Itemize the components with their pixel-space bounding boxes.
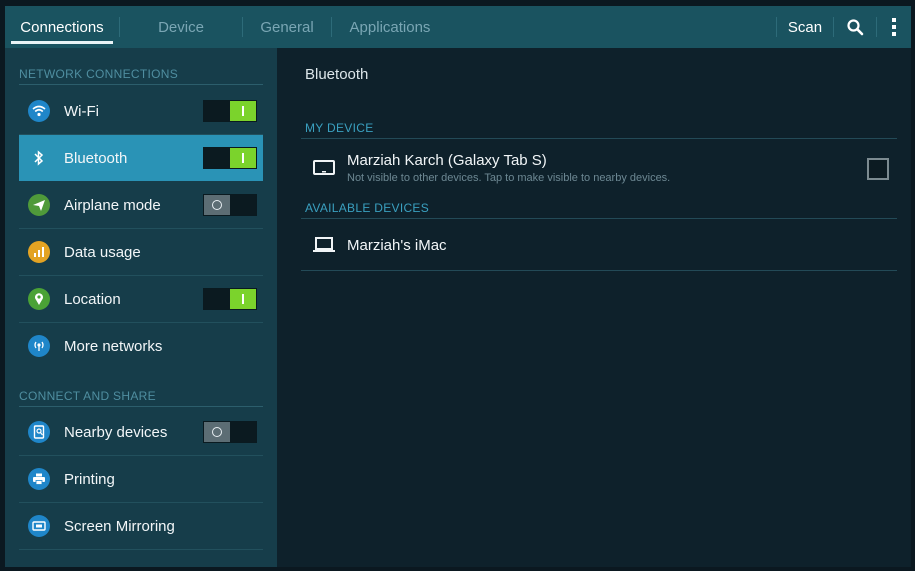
sidebar-item-location[interactable]: Location [19,276,263,322]
bluetooth-icon [28,147,50,169]
search-icon [847,19,864,36]
sidebar-item-label: Printing [64,470,115,488]
sidebar-item-wifi[interactable]: Wi-Fi [19,88,263,134]
scan-button[interactable]: Scan [777,6,833,48]
tab-connections[interactable]: Connections [5,6,119,48]
section-divider [301,138,897,139]
sidebar-item-label: Wi-Fi [64,102,99,120]
overflow-menu-button[interactable] [877,6,911,48]
sidebar-item-data-usage[interactable]: Data usage [19,229,263,275]
location-toggle[interactable] [203,288,257,310]
tab-label: Connections [20,18,104,36]
section-header-connect-share: CONNECT AND SHARE [19,389,156,403]
panel-title: Bluetooth [305,66,369,83]
location-icon [28,288,50,310]
visibility-checkbox[interactable] [867,158,889,180]
printer-icon [28,468,50,490]
settings-sidebar: NETWORK CONNECTIONS Wi-Fi Bluetooth Airp… [5,48,277,567]
nearby-devices-toggle[interactable] [203,421,257,443]
airplane-icon [28,194,50,216]
my-device-visibility-text: Not visible to other devices. Tap to mak… [347,172,671,184]
section-divider [301,218,897,219]
section-divider [19,406,263,407]
section-header-my-device: MY DEVICE [305,121,374,135]
sidebar-item-label: Screen Mirroring [64,517,175,535]
airplane-mode-toggle[interactable] [203,194,257,216]
wifi-toggle[interactable] [203,100,257,122]
sidebar-item-printing[interactable]: Printing [19,456,263,502]
sidebar-item-label: Bluetooth [64,149,128,167]
sidebar-item-airplane-mode[interactable]: Airplane mode [19,182,263,228]
sidebar-item-label: More networks [64,337,163,355]
screen-mirroring-icon [28,515,50,537]
tab-applications[interactable]: Applications [332,6,448,48]
available-device-name: Marziah's iMac [347,236,447,254]
my-device-name: Marziah Karch (Galaxy Tab S) [347,152,547,169]
sidebar-item-nearby-devices[interactable]: Nearby devices [19,409,263,455]
tab-device[interactable]: Device [120,6,242,48]
sidebar-item-label: Location [64,290,121,308]
laptop-icon [313,237,335,252]
scan-label: Scan [787,18,823,36]
row-divider [301,270,897,271]
my-device-text: Marziah Karch (Galaxy Tab S) Not visible… [347,152,670,184]
section-header-available-devices: AVAILABLE DEVICES [305,201,430,215]
more-vertical-icon [892,18,896,36]
tab-label: General [260,18,314,36]
tab-label: Device [158,18,204,36]
sidebar-item-screen-mirroring[interactable]: Screen Mirroring [19,503,263,549]
bluetooth-toggle[interactable] [203,147,257,169]
search-button[interactable] [834,6,876,48]
available-device-row[interactable]: Marziah's iMac [301,224,897,266]
tab-label: Applications [349,18,431,36]
item-divider [19,549,263,550]
my-device-row[interactable]: Marziah Karch (Galaxy Tab S) Not visible… [301,144,897,192]
more-networks-icon [28,335,50,357]
sidebar-item-label: Data usage [64,243,141,261]
nearby-devices-icon [28,421,50,443]
sidebar-item-label: Nearby devices [64,423,168,441]
sidebar-item-more-networks[interactable]: More networks [19,323,263,369]
section-header-network: NETWORK CONNECTIONS [19,67,179,81]
section-divider [19,84,263,85]
tab-general[interactable]: General [243,6,331,48]
wifi-icon [28,100,50,122]
tablet-icon [313,160,335,175]
sidebar-item-label: Airplane mode [64,196,161,214]
data-usage-icon [28,241,50,263]
settings-window: Connections Device General Applications … [5,6,911,567]
sidebar-item-bluetooth[interactable]: Bluetooth [19,135,263,181]
top-tab-bar: Connections Device General Applications … [5,6,911,48]
bluetooth-panel: Bluetooth MY DEVICE Marziah Karch (Galax… [277,48,911,567]
